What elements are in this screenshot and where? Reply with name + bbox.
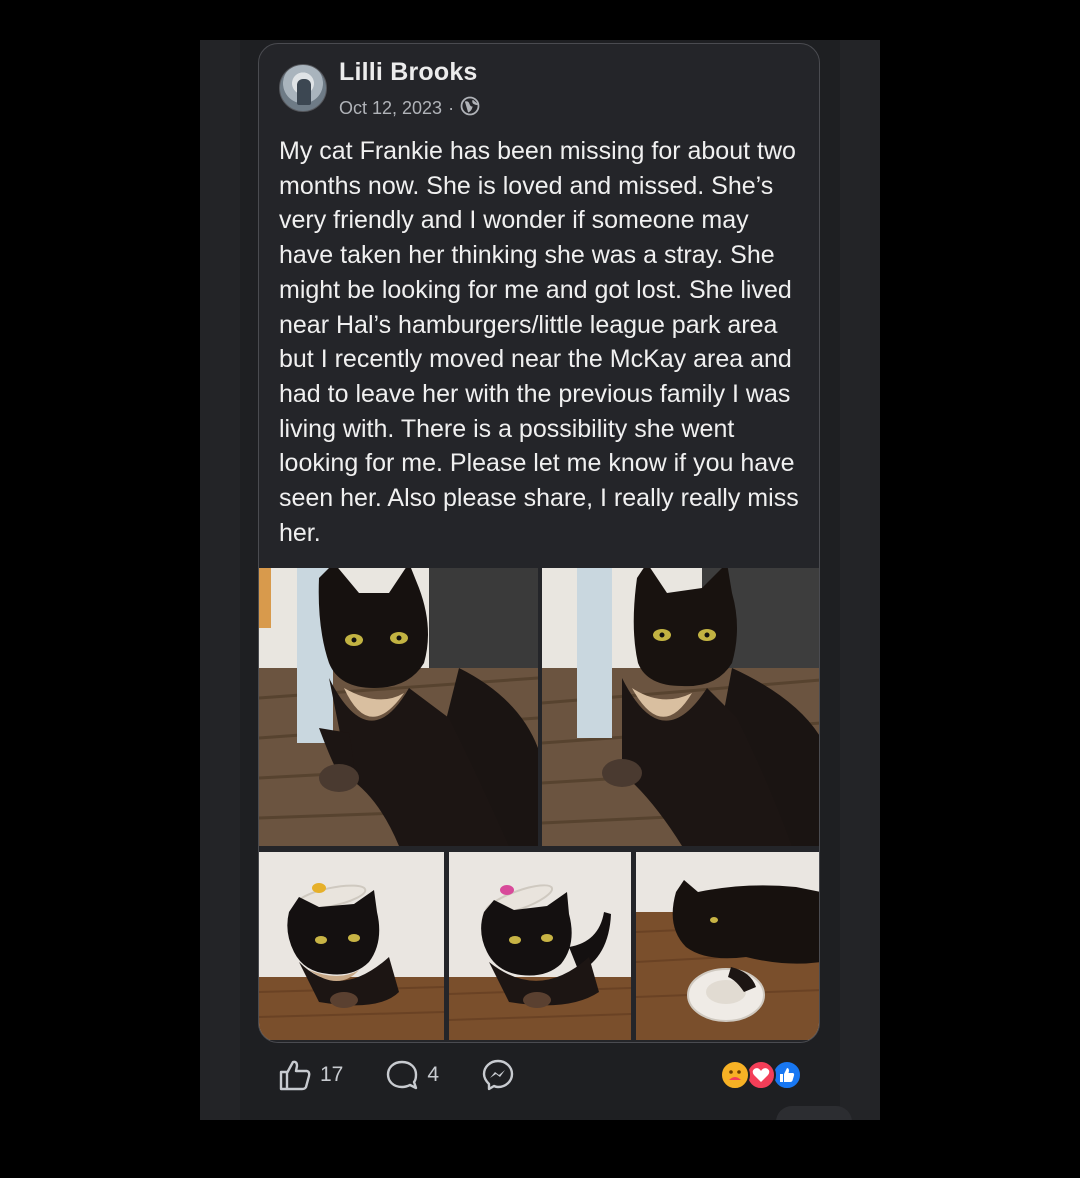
care-reaction-icon <box>720 1060 750 1090</box>
cat-photo-1[interactable] <box>259 568 538 846</box>
cat-photo-3[interactable] <box>259 852 444 1040</box>
bottom-bar <box>0 1120 1080 1178</box>
author-name[interactable]: Lilli Brooks <box>339 58 478 87</box>
post-text: My cat Frankie has been missing for abou… <box>279 137 799 547</box>
comment-bubble-icon <box>387 1060 418 1090</box>
reaction-summary[interactable] <box>720 1060 804 1092</box>
messenger-icon <box>482 1059 514 1091</box>
left-gutter <box>200 40 240 1120</box>
globe-icon <box>460 96 480 121</box>
cat-photo-2[interactable] <box>542 568 819 846</box>
love-reaction-icon <box>746 1060 776 1090</box>
like-button[interactable]: 17 <box>278 1059 343 1091</box>
cat-photo-4[interactable] <box>449 852 631 1040</box>
cat-photo-5[interactable] <box>636 852 819 1040</box>
like-reaction-icon <box>772 1060 802 1090</box>
avatar[interactable] <box>279 64 327 112</box>
comment-button[interactable]: 4 <box>385 1059 439 1091</box>
like-count: 17 <box>320 1063 344 1086</box>
thumbs-up-icon <box>279 1060 311 1091</box>
right-gutter <box>840 40 880 1120</box>
post-meta: Oct 12, 2023 · <box>339 96 480 121</box>
share-button[interactable] <box>481 1058 515 1092</box>
post-date[interactable]: Oct 12, 2023 <box>339 98 442 119</box>
post-card: Lilli Brooks Oct 12, 2023 · My cat Frank… <box>258 43 820 1043</box>
action-bar: 17 4 <box>278 1058 557 1092</box>
photo-grid <box>259 568 819 1042</box>
comment-count: 4 <box>427 1063 440 1086</box>
meta-separator: · <box>448 98 455 118</box>
